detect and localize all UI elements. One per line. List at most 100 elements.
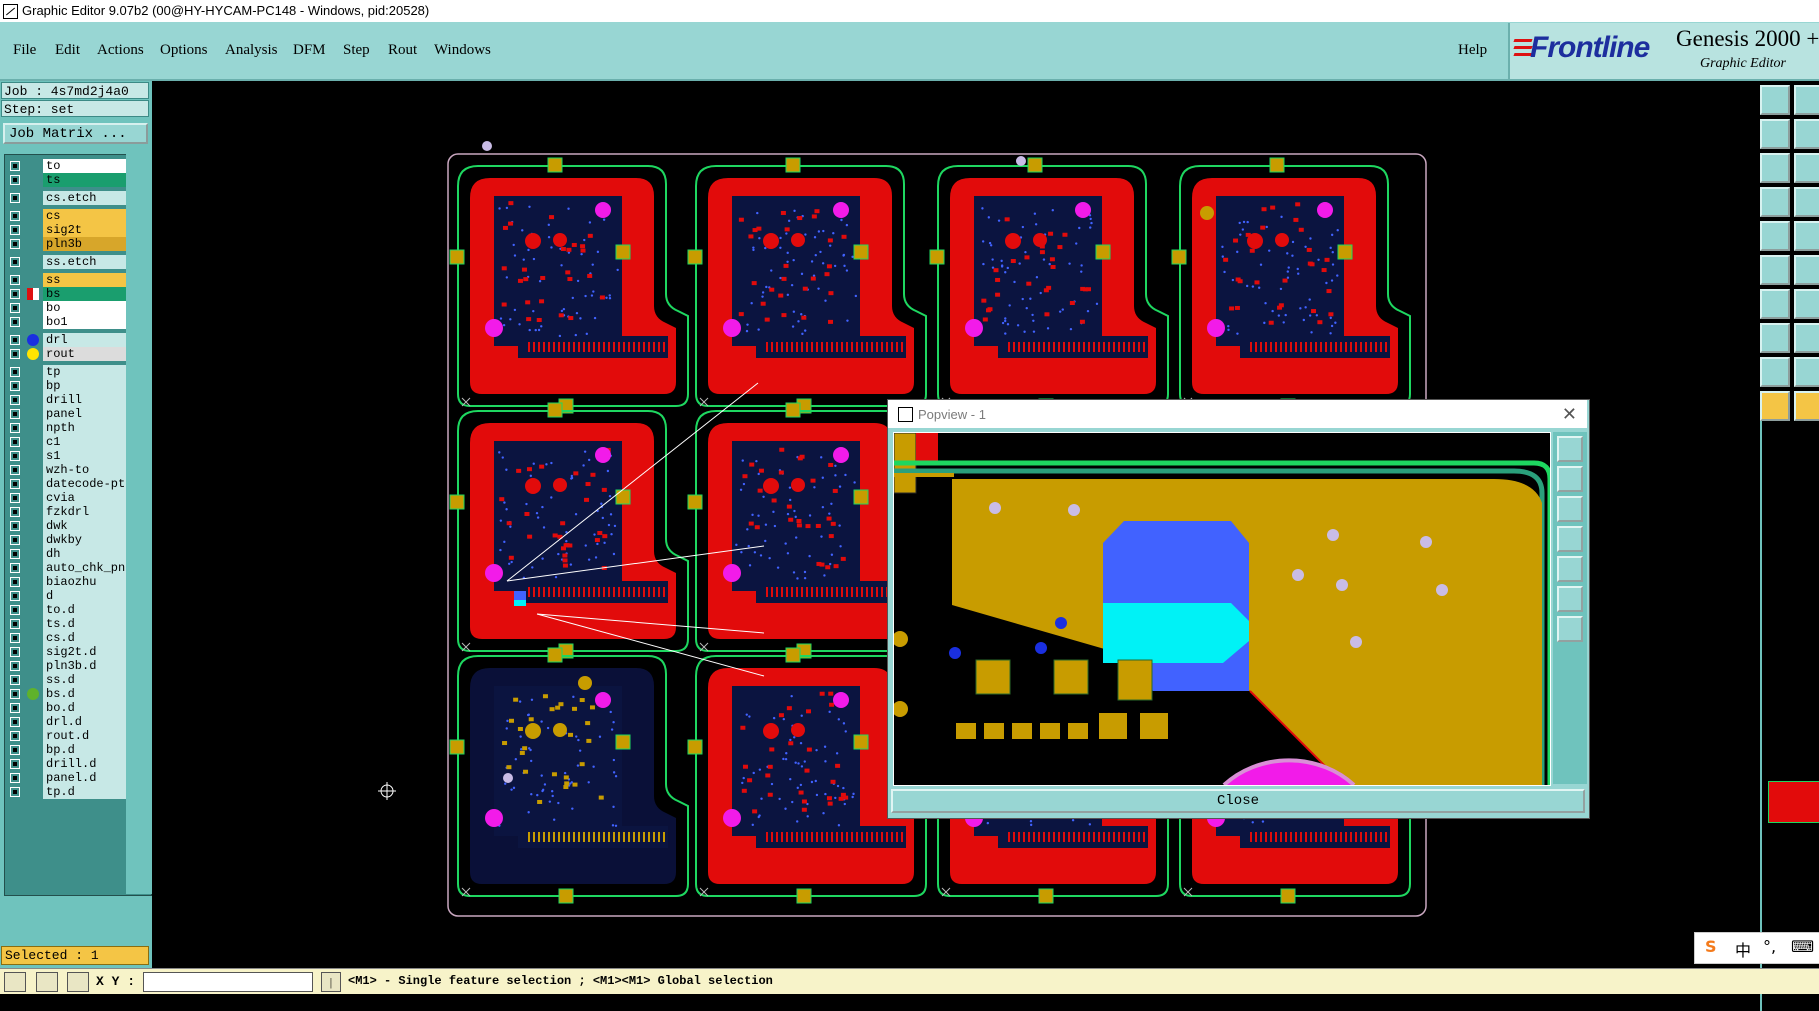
job-matrix-button[interactable]: Job Matrix ... xyxy=(3,123,148,144)
popview-pan-up-icon[interactable] xyxy=(1557,466,1583,492)
layer-name[interactable]: ts.d xyxy=(43,617,126,631)
layer-row-panel[interactable]: panel xyxy=(7,407,127,421)
layer-name[interactable]: bp.d xyxy=(43,743,126,757)
popview-window[interactable]: Popview - 1 ✕ Close xyxy=(887,399,1590,819)
layer-name[interactable]: drill xyxy=(43,393,126,407)
layer-row-sig2t-d[interactable]: sig2t.d xyxy=(7,645,127,659)
layer-row-ts[interactable]: ts xyxy=(7,173,127,187)
layer-checkbox[interactable] xyxy=(10,349,20,359)
layer-name[interactable]: tp xyxy=(43,365,126,379)
layer-row-tp[interactable]: tp xyxy=(7,365,127,379)
layer-checkbox[interactable] xyxy=(10,317,20,327)
net-alt-icon[interactable] xyxy=(1794,255,1819,285)
zoom-out-icon[interactable] xyxy=(1760,119,1790,149)
zoom-fit-icon[interactable] xyxy=(1760,153,1790,183)
layer-name[interactable]: biaozhu xyxy=(43,575,126,589)
layer-name[interactable]: auto_chk_pn xyxy=(43,561,126,575)
layer-name[interactable]: dh xyxy=(43,547,126,561)
layer-row-auto-chk-pn[interactable]: auto_chk_pn xyxy=(7,561,127,575)
zoom-home-alt-icon[interactable] xyxy=(1794,187,1819,217)
layer-row-drill[interactable]: drill xyxy=(7,393,127,407)
layer-name[interactable]: bo.d xyxy=(43,701,126,715)
measure-line-icon[interactable] xyxy=(1760,289,1790,319)
layer-name[interactable]: npth xyxy=(43,421,126,435)
layer-name[interactable]: dwkby xyxy=(43,533,126,547)
menu-dfm[interactable]: DFM xyxy=(293,42,326,59)
layer-row-ts-d[interactable]: ts.d xyxy=(7,617,127,631)
layer-row-drill-d[interactable]: drill.d xyxy=(7,757,127,771)
layer-row-rout-d[interactable]: rout.d xyxy=(7,729,127,743)
layer-checkbox[interactable] xyxy=(10,493,20,503)
xy-input[interactable] xyxy=(143,972,313,992)
layer-checkbox[interactable] xyxy=(10,161,20,171)
layer-row-tp-d[interactable]: tp.d xyxy=(7,785,127,799)
select-arrow-icon[interactable] xyxy=(1760,391,1790,421)
layer-checkbox[interactable] xyxy=(10,605,20,615)
layer-row-ss[interactable]: ss xyxy=(7,273,127,287)
feature-info-icon[interactable] xyxy=(1760,221,1790,251)
layer-name[interactable]: pln3b xyxy=(43,237,126,251)
layer-row-cvia[interactable]: cvia xyxy=(7,491,127,505)
layer-checkbox[interactable] xyxy=(10,619,20,629)
layer-checkbox[interactable] xyxy=(10,335,20,345)
layer-checkbox[interactable] xyxy=(10,675,20,685)
layer-checkbox[interactable] xyxy=(10,507,20,517)
layer-checkbox[interactable] xyxy=(10,633,20,643)
layer-checkbox[interactable] xyxy=(10,591,20,601)
layer-name[interactable]: cs xyxy=(43,209,126,223)
layer-row-drl[interactable]: drl xyxy=(7,333,127,347)
layer-name[interactable]: drl xyxy=(43,333,126,347)
layer-name[interactable]: ts xyxy=(43,173,126,187)
layer-checkbox[interactable] xyxy=(10,211,20,221)
layer-checkbox[interactable] xyxy=(10,577,20,587)
layer-row-rout[interactable]: rout xyxy=(7,347,127,361)
layer-name[interactable]: c1 xyxy=(43,435,126,449)
layer-checkbox[interactable] xyxy=(10,303,20,313)
layer-name[interactable]: to.d xyxy=(43,603,126,617)
layer-scroll-strip[interactable] xyxy=(126,154,152,894)
select-arrow-alt-icon[interactable] xyxy=(1794,391,1819,421)
layer-row-sig2t[interactable]: sig2t xyxy=(7,223,127,237)
layer-row-to[interactable]: to xyxy=(7,159,127,173)
layer-name[interactable]: rout xyxy=(43,347,126,361)
layer-row-to-d[interactable]: to.d xyxy=(7,603,127,617)
layer-name[interactable]: bs.d xyxy=(43,687,126,701)
snap-icon[interactable] xyxy=(1760,323,1790,353)
layer-row-cs-etch[interactable]: cs.etch xyxy=(7,191,127,205)
layer-name[interactable]: ss.etch xyxy=(43,255,126,269)
layer-checkbox[interactable] xyxy=(10,731,20,741)
menu-rout[interactable]: Rout xyxy=(388,42,417,59)
popview-pan-down-icon[interactable] xyxy=(1557,496,1583,522)
layer-name[interactable]: wzh-to xyxy=(43,463,126,477)
layer-checkbox[interactable] xyxy=(10,175,20,185)
layer-name[interactable]: cs.d xyxy=(43,631,126,645)
layer-name[interactable]: bp xyxy=(43,379,126,393)
layer-name[interactable]: ss xyxy=(43,273,126,287)
zoom-home-icon[interactable] xyxy=(1760,187,1790,217)
snap-alt-icon[interactable] xyxy=(1794,323,1819,353)
layer-name[interactable]: dwk xyxy=(43,519,126,533)
layer-name[interactable]: to xyxy=(43,159,126,173)
layer-row-biaozhu[interactable]: biaozhu xyxy=(7,575,127,589)
layer-row-fzkdrl[interactable]: fzkdrl xyxy=(7,505,127,519)
menu-edit[interactable]: Edit xyxy=(55,42,80,59)
layer-row-bp-d[interactable]: bp.d xyxy=(7,743,127,757)
select-mode-icon[interactable] xyxy=(4,972,26,992)
layer-row-bp[interactable]: bp xyxy=(7,379,127,393)
layer-name[interactable]: drl.d xyxy=(43,715,126,729)
overview-thumbnail[interactable] xyxy=(1768,781,1819,823)
ime-toolbar[interactable]: S 中 °, ⌨ xyxy=(1694,932,1819,964)
layer-checkbox[interactable] xyxy=(10,381,20,391)
ime-language[interactable]: 中 xyxy=(1735,937,1751,961)
layer-checkbox[interactable] xyxy=(10,289,20,299)
layer-row-dwk[interactable]: dwk xyxy=(7,519,127,533)
layer-checkbox[interactable] xyxy=(10,239,20,249)
layer-name[interactable]: drill.d xyxy=(43,757,126,771)
menu-step[interactable]: Step xyxy=(343,42,370,59)
cursor-toggle-button[interactable]: | xyxy=(321,972,341,992)
layer-row-pln3b[interactable]: pln3b xyxy=(7,237,127,251)
layer-row-datecode-pte[interactable]: datecode-pte xyxy=(7,477,127,491)
zoom-out-alt-icon[interactable] xyxy=(1794,119,1819,149)
layer-checkbox[interactable] xyxy=(10,787,20,797)
layer-name[interactable]: bo xyxy=(43,301,126,315)
